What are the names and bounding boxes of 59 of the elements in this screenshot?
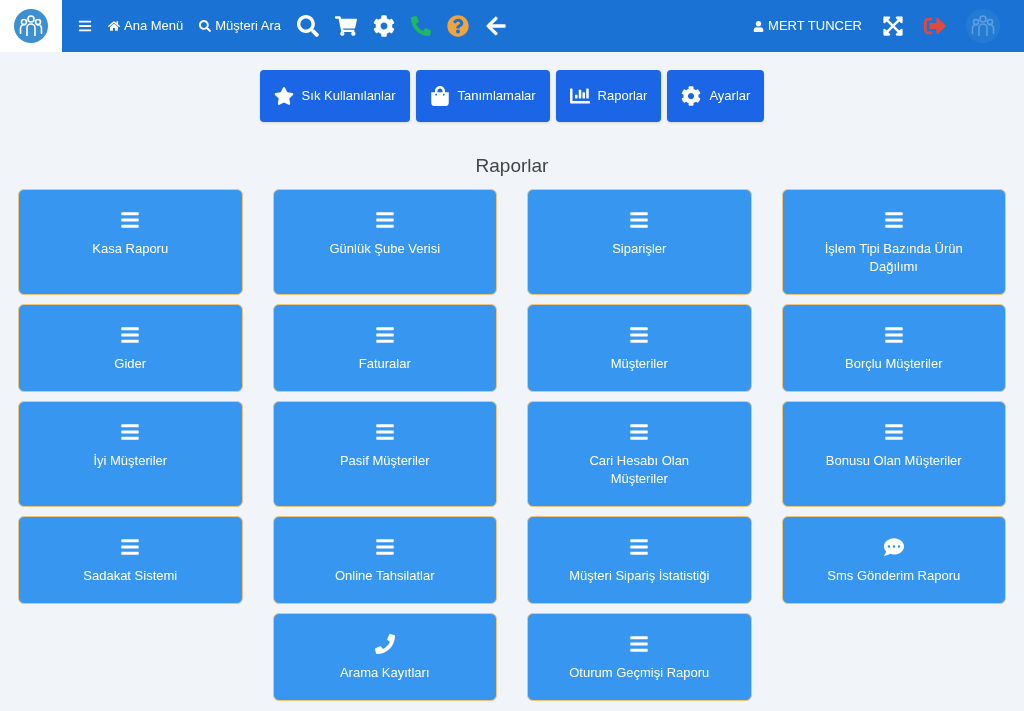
report-tile[interactable]: Arama Kayıtları [272,612,497,701]
report-tile[interactable]: Müşteriler [527,303,752,392]
report-tile[interactable]: Faturalar [272,303,497,392]
fullscreen-icon[interactable] [882,15,904,37]
search-icon[interactable] [297,15,319,37]
list-icon [120,536,141,557]
report-tile[interactable]: Pasif Müşteriler [272,400,497,507]
list-icon [883,421,904,442]
list-icon [120,324,141,345]
section-title: Raporlar [474,154,550,178]
list-icon [374,421,395,442]
report-tile[interactable]: Borçlu Müşteriler [781,303,1006,392]
cart-icon[interactable] [335,15,357,37]
report-tile[interactable]: Gider [18,303,243,392]
list-icon [629,421,650,442]
list-icon [629,209,650,230]
list-icon [120,209,141,230]
list-icon [374,324,395,345]
phone-icon [374,633,395,654]
list-icon [374,536,395,557]
report-tile[interactable]: Siparişler [527,188,752,295]
list-icon [120,421,141,442]
back-arrow-icon[interactable] [485,15,507,37]
report-tile[interactable]: Sadakat Sistemi [18,515,243,604]
report-tile[interactable]: Sms Gönderim Raporu [781,515,1006,604]
list-icon [629,536,650,557]
bar-chart-icon [569,86,590,106]
list-icon [883,209,904,230]
tab[interactable]: Ayarlar [667,70,765,122]
nav-link[interactable]: Müşteri Ara [199,16,281,36]
search-icon [199,20,212,32]
user-name[interactable]: MERT TUNCER [753,16,862,36]
report-tile[interactable]: İşlem Tipi Bazında Ürün Dağılımı [781,188,1006,295]
list-icon [629,324,650,345]
menu-icon[interactable] [78,19,92,33]
report-tile[interactable]: Oturum Geçmişi Raporu [527,612,752,701]
list-icon [883,324,904,345]
chat-icon [883,536,904,557]
settings-icon[interactable] [373,15,395,37]
report-tile[interactable]: İyi Müşteriler [18,400,243,507]
bag-icon [429,86,450,106]
report-tile[interactable]: Bonusu Olan Müşteriler [781,400,1006,507]
report-tile[interactable]: Kasa Raporu [18,188,243,295]
report-tile[interactable]: Müşteri Sipariş İstatistiği [527,515,752,604]
star-icon [273,86,294,106]
nav-link[interactable]: Ana Menü [108,16,184,36]
settings-icon [681,86,702,106]
user-icon [753,20,765,32]
report-tile[interactable]: Cari Hesabı Olan Müşteriler [527,400,752,507]
home-icon [108,20,120,32]
people-logo-icon [966,9,1000,43]
tab[interactable]: Sık Kullanılanlar [259,70,410,122]
tab[interactable]: Tanımlamalar [415,70,550,122]
list-icon [374,209,395,230]
report-tile[interactable]: Online Tahsilatlar [272,515,497,604]
people-logo-icon [14,9,48,43]
report-tile[interactable]: Günlük Şube Verisi [272,188,497,295]
tab[interactable]: Raporlar [555,70,662,122]
list-icon [629,633,650,654]
